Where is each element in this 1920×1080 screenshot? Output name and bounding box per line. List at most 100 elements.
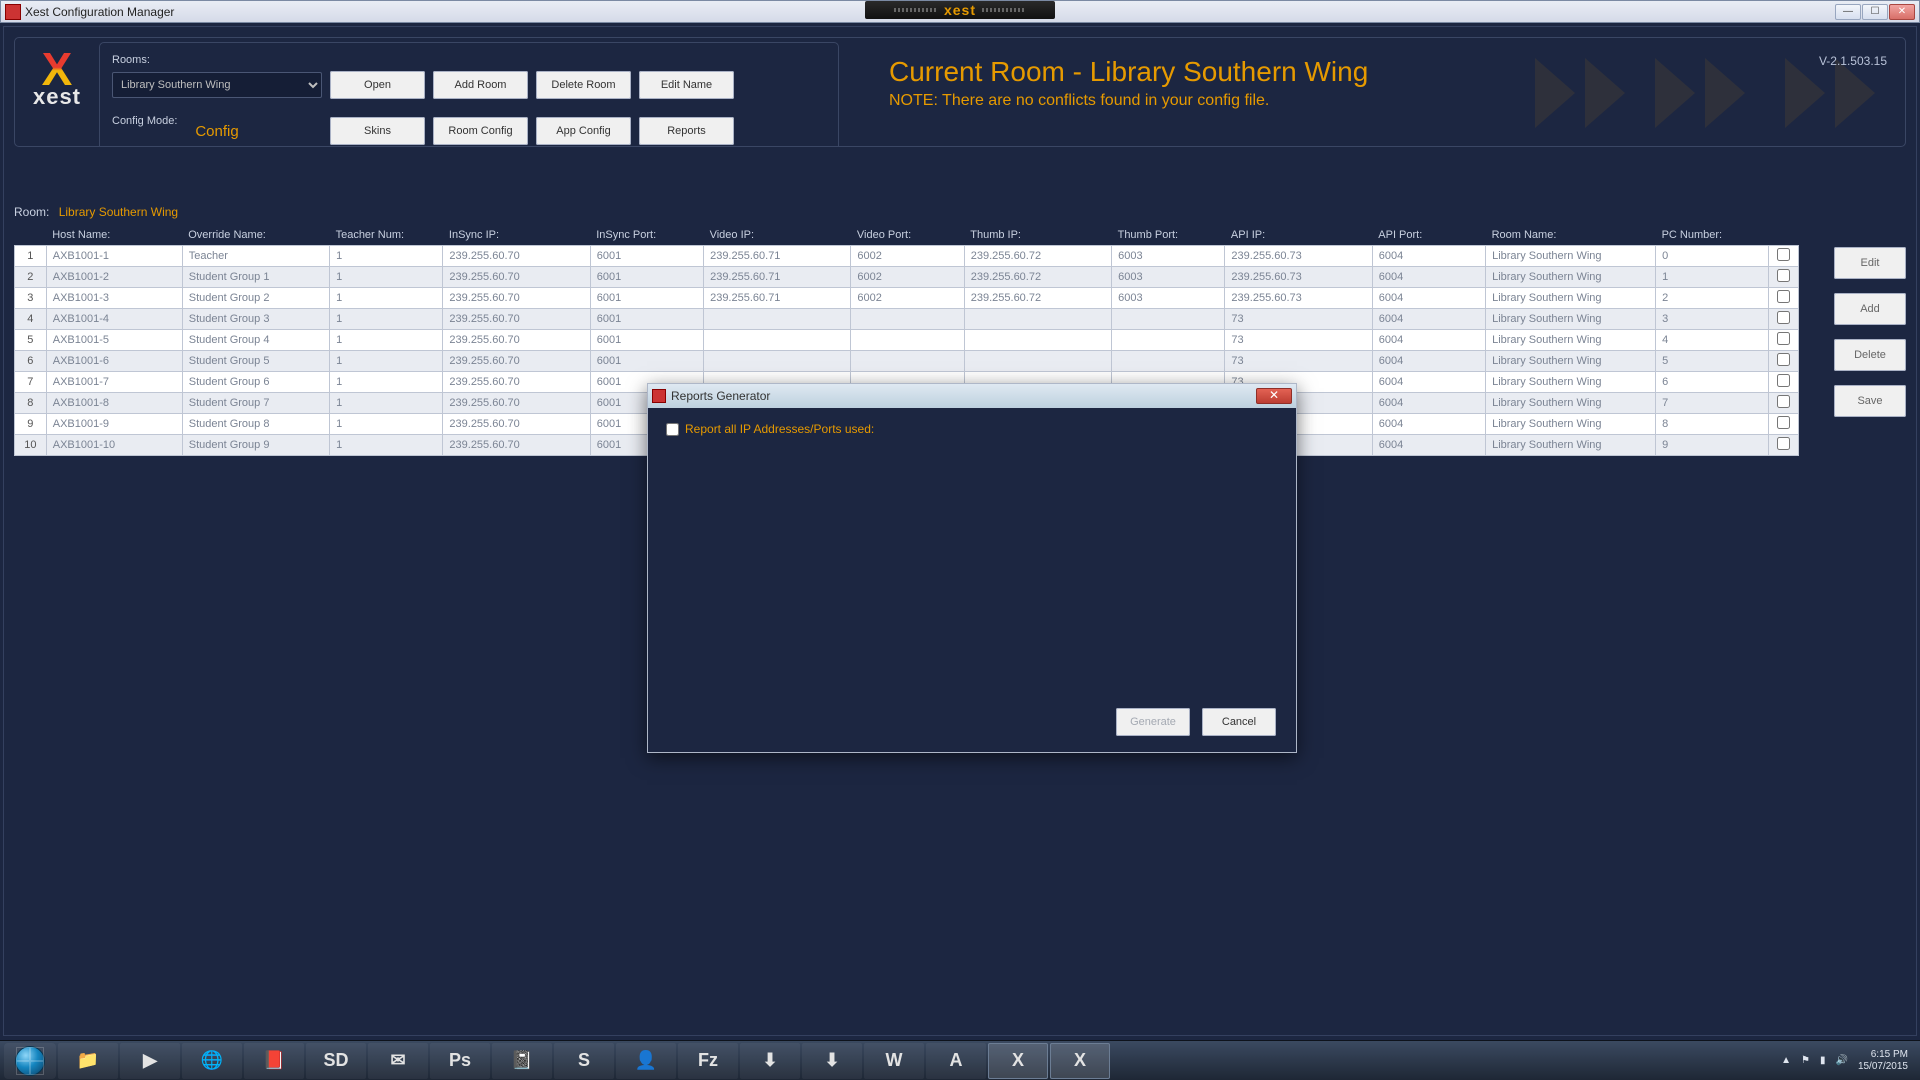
cell: Student Group 1 xyxy=(182,267,329,288)
clock[interactable]: 6:15 PM 15/07/2015 xyxy=(1858,1049,1908,1073)
row-checkbox-cell[interactable] xyxy=(1769,351,1799,372)
cell: 6002 xyxy=(851,288,964,309)
taskbar-item[interactable]: S xyxy=(554,1043,614,1079)
edit-name-button[interactable]: Edit Name xyxy=(639,71,734,99)
save-button[interactable]: Save xyxy=(1834,385,1906,417)
taskbar-item[interactable]: 📁 xyxy=(58,1043,118,1079)
row-checkbox[interactable] xyxy=(1777,311,1790,324)
tray-show-hidden-icon[interactable]: ▲ xyxy=(1781,1055,1791,1066)
taskbar-item[interactable]: Ps xyxy=(430,1043,490,1079)
cell: 239.255.60.70 xyxy=(443,330,590,351)
taskbar-item[interactable]: A xyxy=(926,1043,986,1079)
cell: 239.255.60.70 xyxy=(443,246,590,267)
cell xyxy=(704,351,851,372)
maximize-button[interactable]: ☐ xyxy=(1862,4,1888,20)
taskbar-item[interactable]: X xyxy=(988,1043,1048,1079)
table-row[interactable]: 1AXB1001-1Teacher1239.255.60.706001239.2… xyxy=(15,246,1799,267)
table-row[interactable]: 6AXB1001-6Student Group 51239.255.60.706… xyxy=(15,351,1799,372)
row-checkbox[interactable] xyxy=(1777,269,1790,282)
table-row[interactable]: 2AXB1001-2Student Group 11239.255.60.706… xyxy=(15,267,1799,288)
table-row[interactable]: 5AXB1001-5Student Group 41239.255.60.706… xyxy=(15,330,1799,351)
window-close-button[interactable]: ✕ xyxy=(1889,4,1915,20)
row-checkbox[interactable] xyxy=(1777,374,1790,387)
taskbar-item[interactable]: ✉ xyxy=(368,1043,428,1079)
taskbar-item[interactable]: Fz xyxy=(678,1043,738,1079)
taskbar-item[interactable]: ▶ xyxy=(120,1043,180,1079)
add-button[interactable]: Add xyxy=(1834,293,1906,325)
minimize-button[interactable]: — xyxy=(1835,4,1861,20)
cell: 6004 xyxy=(1372,288,1485,309)
taskbar-item[interactable]: 📕 xyxy=(244,1043,304,1079)
edit-button[interactable]: Edit xyxy=(1834,247,1906,279)
cell: 73 xyxy=(1225,330,1372,351)
report-all-checkbox-row[interactable]: Report all IP Addresses/Ports used: xyxy=(666,422,1278,436)
row-checkbox[interactable] xyxy=(1777,437,1790,450)
tray-network-icon[interactable]: ▮ xyxy=(1820,1055,1826,1066)
cell xyxy=(851,330,964,351)
start-button[interactable] xyxy=(4,1043,56,1079)
row-checkbox[interactable] xyxy=(1777,353,1790,366)
delete-button[interactable]: Delete xyxy=(1834,339,1906,371)
row-checkbox-cell[interactable] xyxy=(1769,372,1799,393)
row-checkbox-cell[interactable] xyxy=(1769,414,1799,435)
app-icon xyxy=(5,4,21,20)
room-config-button[interactable]: Room Config xyxy=(433,117,528,145)
row-checkbox-cell[interactable] xyxy=(1769,267,1799,288)
row-checkbox[interactable] xyxy=(1777,290,1790,303)
table-row[interactable]: 4AXB1001-4Student Group 31239.255.60.706… xyxy=(15,309,1799,330)
table-row[interactable]: 3AXB1001-3Student Group 21239.255.60.706… xyxy=(15,288,1799,309)
delete-room-button[interactable]: Delete Room xyxy=(536,71,631,99)
column-header: Host Name: xyxy=(46,225,182,246)
cell: 239.255.60.71 xyxy=(704,288,851,309)
row-checkbox-cell[interactable] xyxy=(1769,309,1799,330)
taskbar-item[interactable]: 👤 xyxy=(616,1043,676,1079)
row-checkbox-cell[interactable] xyxy=(1769,330,1799,351)
cell: Library Southern Wing xyxy=(1486,372,1656,393)
cell: 239.255.60.70 xyxy=(443,351,590,372)
row-checkbox[interactable] xyxy=(1777,332,1790,345)
open-button[interactable]: Open xyxy=(330,71,425,99)
reports-button[interactable]: Reports xyxy=(639,117,734,145)
add-room-button[interactable]: Add Room xyxy=(433,71,528,99)
row-number: 10 xyxy=(15,435,47,456)
report-all-label: Report all IP Addresses/Ports used: xyxy=(685,422,874,436)
row-checkbox-cell[interactable] xyxy=(1769,393,1799,414)
taskbar-item[interactable]: W xyxy=(864,1043,924,1079)
cell: 6004 xyxy=(1372,246,1485,267)
app-config-button[interactable]: App Config xyxy=(536,117,631,145)
cell: AXB1001-5 xyxy=(46,330,182,351)
cell: 239.255.60.70 xyxy=(443,309,590,330)
row-checkbox-cell[interactable] xyxy=(1769,288,1799,309)
taskbar-item[interactable]: 🌐 xyxy=(182,1043,242,1079)
taskbar-item[interactable]: SD xyxy=(306,1043,366,1079)
row-checkbox[interactable] xyxy=(1777,395,1790,408)
row-checkbox-cell[interactable] xyxy=(1769,435,1799,456)
modal-generate-button[interactable]: Generate xyxy=(1116,708,1190,736)
system-tray[interactable]: ▲ ⚑ ▮ 🔊 6:15 PM 15/07/2015 xyxy=(1781,1049,1916,1073)
taskbar-item[interactable]: ⬇ xyxy=(740,1043,800,1079)
current-room-title: Current Room - Library Southern Wing xyxy=(889,56,1368,88)
row-checkbox[interactable] xyxy=(1777,248,1790,261)
skins-button[interactable]: Skins xyxy=(330,117,425,145)
tray-flag-icon[interactable]: ⚑ xyxy=(1801,1055,1810,1066)
modal-close-button[interactable]: ✕ xyxy=(1256,388,1292,404)
cell: Student Group 9 xyxy=(182,435,329,456)
tray-volume-icon[interactable]: 🔊 xyxy=(1835,1055,1847,1066)
modal-cancel-button[interactable]: Cancel xyxy=(1202,708,1276,736)
rooms-dropdown[interactable]: Library Southern Wing xyxy=(112,72,322,98)
cell: 6003 xyxy=(1112,288,1225,309)
taskbar-item[interactable]: ⬇ xyxy=(802,1043,862,1079)
cell: 6001 xyxy=(590,309,703,330)
row-number: 7 xyxy=(15,372,47,393)
report-all-checkbox[interactable] xyxy=(666,423,679,436)
cell: 1 xyxy=(330,267,443,288)
column-header: API IP: xyxy=(1225,225,1372,246)
cell: 239.255.60.73 xyxy=(1225,267,1372,288)
row-checkbox[interactable] xyxy=(1777,416,1790,429)
taskbar-item[interactable]: X xyxy=(1050,1043,1110,1079)
column-header: Video IP: xyxy=(704,225,851,246)
cell: 239.255.60.71 xyxy=(704,246,851,267)
row-checkbox-cell[interactable] xyxy=(1769,246,1799,267)
taskbar-item[interactable]: 📓 xyxy=(492,1043,552,1079)
cell: 1 xyxy=(330,246,443,267)
